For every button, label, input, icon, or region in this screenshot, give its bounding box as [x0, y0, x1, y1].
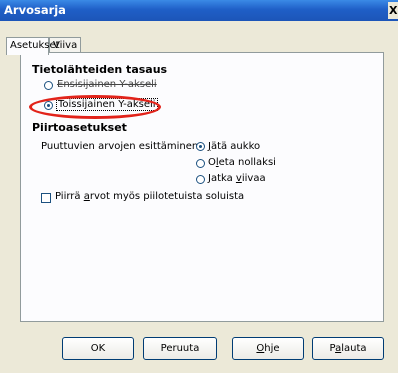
window-title: Arvosarja: [4, 3, 66, 17]
tab-settings-label: Asetukset: [10, 40, 60, 51]
tab-settings[interactable]: Asetukset: [6, 37, 60, 55]
label-part: lauta: [341, 343, 367, 354]
help-button[interactable]: Ohje: [232, 337, 304, 360]
hidden-cells-checkbox[interactable]: [41, 193, 51, 203]
radio-primary-axis-label[interactable]: Ensisijainen Y-akseli: [57, 79, 157, 90]
cancel-button[interactable]: Peruuta: [143, 337, 217, 360]
ok-button-label: OK: [90, 343, 106, 354]
label-part: eta nollaksi: [218, 157, 276, 168]
label-part: hje: [264, 343, 280, 354]
radio-leave-gap[interactable]: [196, 142, 205, 151]
label-part: iivaa: [241, 173, 266, 184]
dialog-window: Arvosarja X Asetukset Viiva Tietolähteid…: [0, 0, 398, 373]
close-button[interactable]: X: [388, 2, 398, 19]
settings-panel: [20, 52, 384, 322]
ok-button[interactable]: OK: [62, 337, 134, 360]
radio-continue-line-label[interactable]: Jatka viivaa: [208, 173, 266, 184]
plot-heading: Piirtoasetukset: [32, 121, 127, 134]
radio-leave-gap-label[interactable]: Jätä aukko: [208, 141, 260, 152]
label-part: ätä aukko: [210, 141, 261, 152]
source-heading: Tietolähteiden tasaus: [32, 63, 168, 76]
radio-assume-zero-label[interactable]: Oleta nollaksi: [208, 157, 276, 168]
cancel-button-label: Peruuta: [160, 343, 200, 354]
reset-button[interactable]: Palauta: [312, 337, 384, 360]
radio-assume-zero[interactable]: [196, 159, 205, 168]
close-icon: X: [389, 4, 398, 17]
radio-primary-axis[interactable]: [44, 81, 53, 90]
radio-continue-line[interactable]: [196, 175, 205, 184]
hidden-cells-label[interactable]: Piirrä arvot myös piilotetuista soluista: [55, 191, 244, 202]
label-part: Piirrä: [55, 191, 84, 202]
missing-values-label: Puuttuvien arvojen esittäminen: [41, 141, 199, 152]
title-bar: Arvosarja X: [0, 0, 398, 21]
red-highlight-ellipse: [29, 95, 161, 119]
label-part: O: [208, 157, 216, 168]
label-part: rvot myös piilotetuista soluista: [89, 191, 245, 202]
label-part: Jatka: [208, 173, 236, 184]
